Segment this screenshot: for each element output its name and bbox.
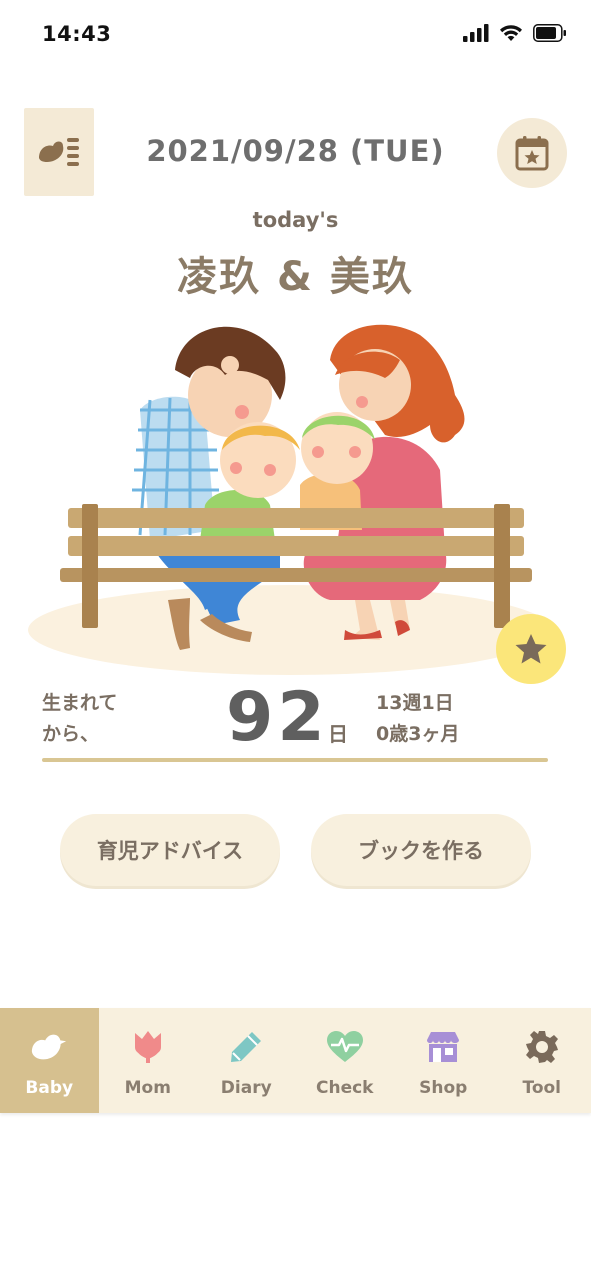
gear-icon <box>523 1028 561 1066</box>
bottom-tab-bar: Baby Mom Diary Check Shop Tool <box>0 1008 591 1113</box>
tab-shop[interactable]: Shop <box>394 1008 493 1113</box>
signal-icon <box>463 24 489 42</box>
calendar-button[interactable] <box>497 118 567 188</box>
baby-names: 凌玖 & 美玖 <box>177 254 414 300</box>
status-time: 14:43 <box>42 22 112 46</box>
parenting-advice-button[interactable]: 育児アドバイス <box>60 814 280 886</box>
tulip-icon <box>129 1028 167 1066</box>
tab-mom-label: Mom <box>124 1078 171 1098</box>
battery-icon <box>533 24 566 42</box>
status-bar: 14:43 <box>0 0 591 72</box>
wifi-icon <box>500 25 522 41</box>
tab-tool-label: Tool <box>522 1078 562 1098</box>
tab-baby[interactable]: Baby <box>0 1008 99 1113</box>
tab-baby-label: Baby <box>25 1078 74 1098</box>
tab-shop-label: Shop <box>419 1078 468 1098</box>
favorite-star-button[interactable] <box>496 614 566 684</box>
status-icons <box>463 24 567 42</box>
age-months: 0歳3ヶ月 <box>376 723 460 745</box>
create-book-button[interactable]: ブックを作る <box>311 814 531 886</box>
days-since-birth: 生まれて から、 92 日 13週1日 0歳3ヶ月 <box>42 678 548 758</box>
calendar-star-icon <box>515 136 549 171</box>
tab-mom[interactable]: Mom <box>99 1008 198 1113</box>
age-detail: 13週1日 0歳3ヶ月 <box>376 688 459 750</box>
star-icon <box>515 634 547 664</box>
tab-check-label: Check <box>316 1078 374 1098</box>
pencil-icon <box>227 1028 265 1066</box>
tab-diary[interactable]: Diary <box>197 1008 296 1113</box>
days-count: 92 <box>226 678 329 757</box>
days-divider <box>42 758 548 762</box>
todays-label: today's <box>252 208 339 232</box>
since-line-2: から、 <box>42 723 100 745</box>
shop-icon <box>424 1028 462 1066</box>
tab-tool[interactable]: Tool <box>493 1008 591 1113</box>
tab-check[interactable]: Check <box>296 1008 395 1113</box>
since-line-1: 生まれて <box>42 692 118 714</box>
heart-pulse-icon <box>326 1028 364 1066</box>
days-unit: 日 <box>328 722 348 746</box>
tab-diary-label: Diary <box>220 1078 272 1098</box>
since-birth-label: 生まれて から、 <box>42 688 117 750</box>
age-weeks: 13週1日 <box>376 692 454 714</box>
bird-icon <box>30 1028 68 1066</box>
